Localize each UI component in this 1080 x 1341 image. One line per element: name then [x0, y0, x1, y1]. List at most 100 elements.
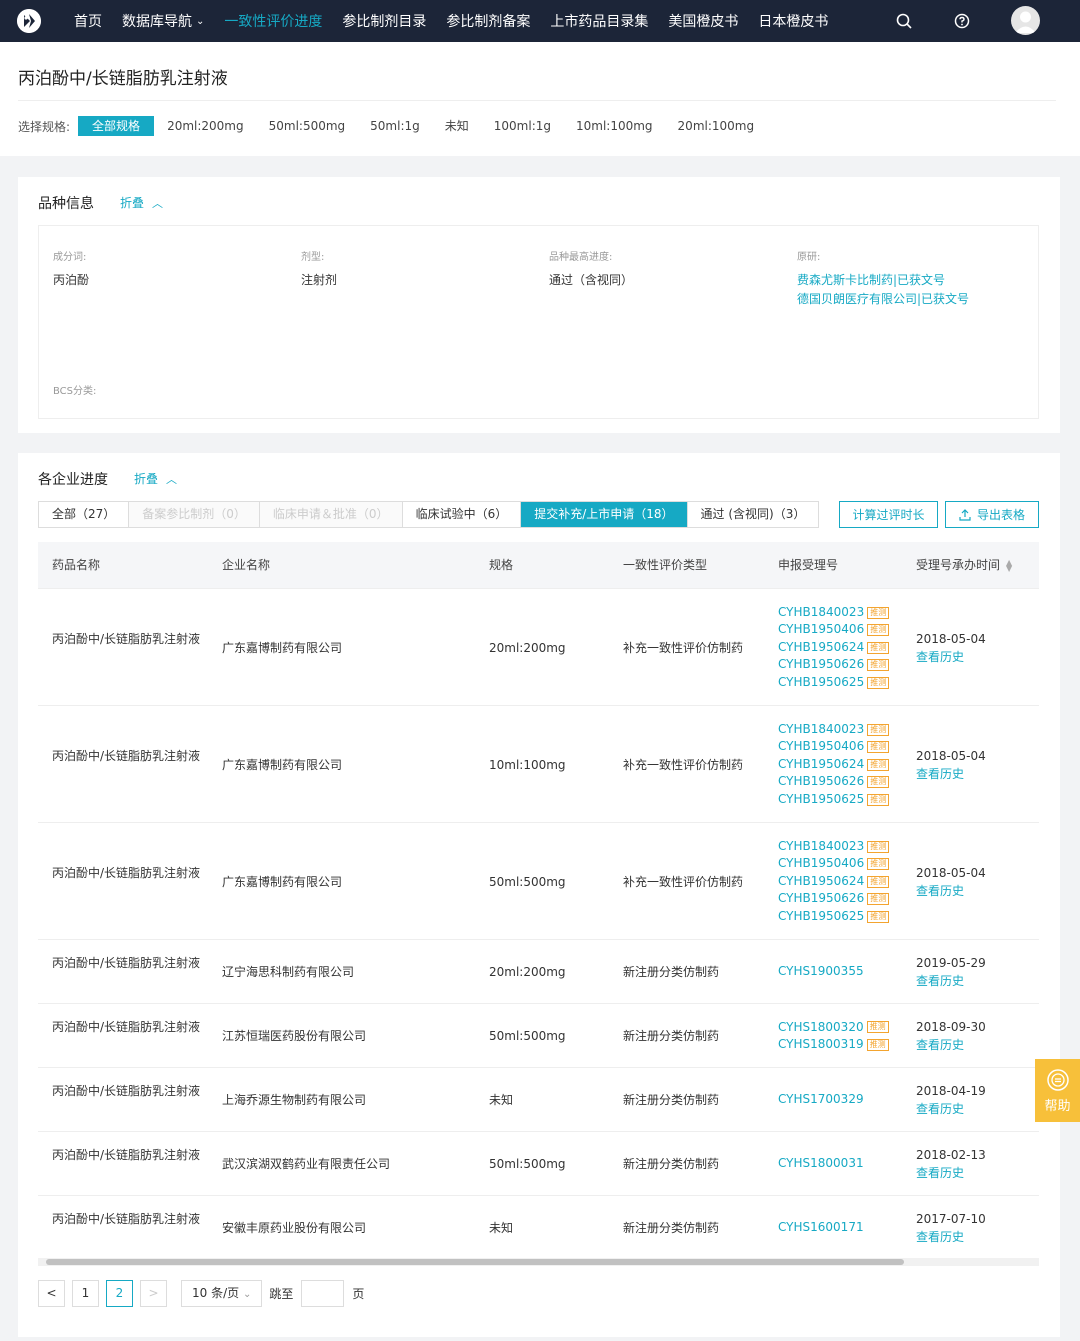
view-history-link[interactable]: 查看历史 [916, 1228, 986, 1246]
page-number-button[interactable]: 2 [106, 1280, 133, 1307]
column-header: 企业名称 [222, 558, 271, 572]
jump-page-input[interactable] [301, 1280, 345, 1307]
spec-chip[interactable]: 20ml:200mg [167, 116, 244, 136]
nav-item[interactable]: 数据库导航 ⌄ [122, 0, 204, 42]
accept-number-link[interactable]: CYHB1950626 推测 [778, 890, 890, 908]
page-size-select[interactable]: 10 条/页 ⌄ [181, 1280, 263, 1307]
nav-item[interactable]: 一致性评价进度 [224, 0, 322, 42]
accept-number-list: CYHS1900355 [778, 963, 864, 981]
nav-item-label: 一致性评价进度 [224, 14, 323, 30]
bcs-key: BCS分类: [53, 386, 97, 397]
accept-number-link[interactable]: CYHB1950406 推测 [778, 855, 890, 873]
accept-number: CYHS1800320 [778, 1019, 864, 1034]
nav-item-label: 参比制剂目录 [342, 14, 427, 30]
origin-link-2[interactable]: 德国贝朗医疗有限公司|已获文号 [797, 290, 969, 309]
view-history-link[interactable]: 查看历史 [916, 1036, 986, 1054]
accept-number-link[interactable]: CYHB1950406 推测 [778, 621, 890, 639]
view-history-link[interactable]: 查看历史 [916, 882, 986, 900]
drug-name-cell: 丙泊酚中/长链脂肪乳注射液 [52, 1148, 201, 1162]
nav-item-label: 美国橙皮书 [668, 14, 739, 30]
status-tab[interactable]: 通过 (含视同)（3） [688, 502, 819, 527]
spec-chip[interactable]: 未知 [445, 116, 469, 136]
spec-chip[interactable]: 100ml:1g [494, 116, 551, 136]
accept-number-link[interactable]: CYHS1800320 推测 [778, 1019, 889, 1037]
spec-chip[interactable]: 全部规格 [78, 116, 155, 136]
accept-number-link[interactable]: CYHB1840023 推测 [778, 604, 890, 622]
accept-number-link[interactable]: CYHS1600171 [778, 1219, 864, 1237]
spec-chip[interactable]: 50ml:500mg [269, 116, 346, 136]
accept-date: 2019-05-29 [916, 956, 986, 970]
accept-number-link[interactable]: CYHB1950624 推测 [778, 639, 890, 657]
accept-date-cell: 2018-05-04 查看历史 [916, 747, 986, 783]
accept-number: CYHB1950624 [778, 873, 865, 888]
nav-item[interactable]: 首页 [74, 0, 102, 42]
accept-number-link[interactable]: CYHS1800031 [778, 1155, 864, 1173]
progress-key: 品种最高进度: [549, 252, 613, 263]
accept-number-link[interactable]: CYHB1950626 推测 [778, 656, 890, 674]
table-row: 丙泊酚中/长链脂肪乳注射液 广东嘉博制药有限公司 50ml:500mg 补充一致性评价… [38, 823, 1039, 940]
horizontal-scrollbar[interactable] [38, 1258, 1039, 1266]
variety-info-title: 品种信息 [38, 196, 94, 212]
avatar[interactable] [1011, 6, 1040, 35]
spec-chip[interactable]: 20ml:100mg [678, 116, 755, 136]
status-tab[interactable]: 提交补充/上市申请（18） [521, 502, 688, 527]
progress-table: 药品名称 企业名称 规格 一致性评价类型 申报受理号 受理号承办时间 ▲ ▼ 丙泊酚中/长链脂… [38, 542, 1039, 1260]
scroll-thumb[interactable] [46, 1259, 904, 1265]
accept-number-link[interactable]: CYHB1950625 推测 [778, 791, 890, 809]
company-cell: 辽宁海思科制药有限公司 [222, 965, 355, 979]
nav-item-label: 上市药品目录集 [550, 14, 649, 30]
ingredient-key: 成分词: [53, 252, 87, 263]
origin-link-1[interactable]: 费森尤斯卡比制药|已获文号 [797, 271, 969, 290]
evaluation-type-cell: 补充一致性评价仿制药 [623, 757, 744, 772]
variety-fold-toggle[interactable]: 折叠 ︿ [120, 194, 163, 211]
accept-date: 2018-02-13 [916, 1148, 986, 1162]
accept-number-link[interactable]: CYHB1950626 推测 [778, 773, 890, 791]
status-tab[interactable]: 全部（27） [39, 502, 130, 527]
accept-number-link[interactable]: CYHB1840023 推测 [778, 838, 890, 856]
view-history-link[interactable]: 查看历史 [916, 972, 986, 990]
logo-icon[interactable] [17, 9, 41, 33]
calc-duration-button[interactable]: 计算过评时长 [839, 501, 938, 528]
status-tab[interactable]: 临床试验中（6） [403, 502, 522, 527]
help-circle-icon[interactable] [952, 11, 972, 31]
accept-number: CYHB1950626 [778, 774, 865, 789]
help-button[interactable]: 帮助 [1035, 1059, 1080, 1122]
accept-number-link[interactable]: CYHS1900355 [778, 963, 864, 981]
view-history-link[interactable]: 查看历史 [916, 1100, 986, 1118]
nav-item[interactable]: 参比制剂备案 [446, 0, 530, 42]
column-header[interactable]: 受理号承办时间 [916, 542, 1000, 589]
evaluation-type-cell: 新注册分类仿制药 [623, 1157, 720, 1171]
accept-number-link[interactable]: CYHB1950406 推测 [778, 738, 890, 756]
export-table-button[interactable]: 导出表格 [945, 501, 1039, 528]
nav-item[interactable]: 参比制剂目录 [342, 0, 426, 42]
nav-item[interactable]: 美国橙皮书 [668, 0, 738, 42]
view-history-link[interactable]: 查看历史 [916, 765, 986, 783]
accept-number-link[interactable]: CYHS1700329 [778, 1091, 864, 1109]
accept-number-link[interactable]: CYHB1950624 推测 [778, 756, 890, 774]
accept-number: CYHB1950626 [778, 891, 865, 906]
accept-number-link[interactable]: CYHB1840023 推测 [778, 721, 890, 739]
accept-number: CYHS1600171 [778, 1220, 864, 1235]
view-history-link[interactable]: 查看历史 [916, 1164, 986, 1182]
search-icon[interactable] [894, 11, 914, 31]
accept-number-link[interactable]: CYHS1800319 推测 [778, 1036, 889, 1054]
accept-number: CYHB1950406 [778, 856, 865, 871]
company-cell: 上海乔源生物制药有限公司 [222, 1093, 367, 1107]
accept-number-link[interactable]: CYHB1950625 推测 [778, 908, 890, 926]
next-page-button[interactable]: > [140, 1280, 167, 1307]
variety-info-card: 品种信息 折叠 ︿ 成分词: 丙泊酚 剂型: 注射剂 品种最高进度: 通过（含视… [18, 177, 1060, 433]
accept-number-link[interactable]: CYHB1950625 推测 [778, 674, 890, 692]
prev-page-button[interactable]: < [38, 1280, 65, 1307]
progress-fold-toggle[interactable]: 折叠 ︿ [134, 470, 177, 487]
spec-chip[interactable]: 50ml:1g [370, 116, 420, 136]
nav-item[interactable]: 日本橙皮书 [758, 0, 828, 42]
spec-chip[interactable]: 10ml:100mg [576, 116, 653, 136]
nav-item[interactable]: 上市药品目录集 [550, 0, 648, 42]
sort-icon[interactable]: ▲ ▼ [1006, 559, 1012, 573]
accept-date-cell: 2018-05-04 查看历史 [916, 864, 986, 900]
chevron-down-icon: ⌄ [196, 15, 205, 27]
status-tab: 备案参比制剂（0） [129, 502, 260, 527]
accept-number-link[interactable]: CYHB1950624 推测 [778, 873, 890, 891]
view-history-link[interactable]: 查看历史 [916, 648, 986, 666]
page-number-button[interactable]: 1 [72, 1280, 99, 1307]
